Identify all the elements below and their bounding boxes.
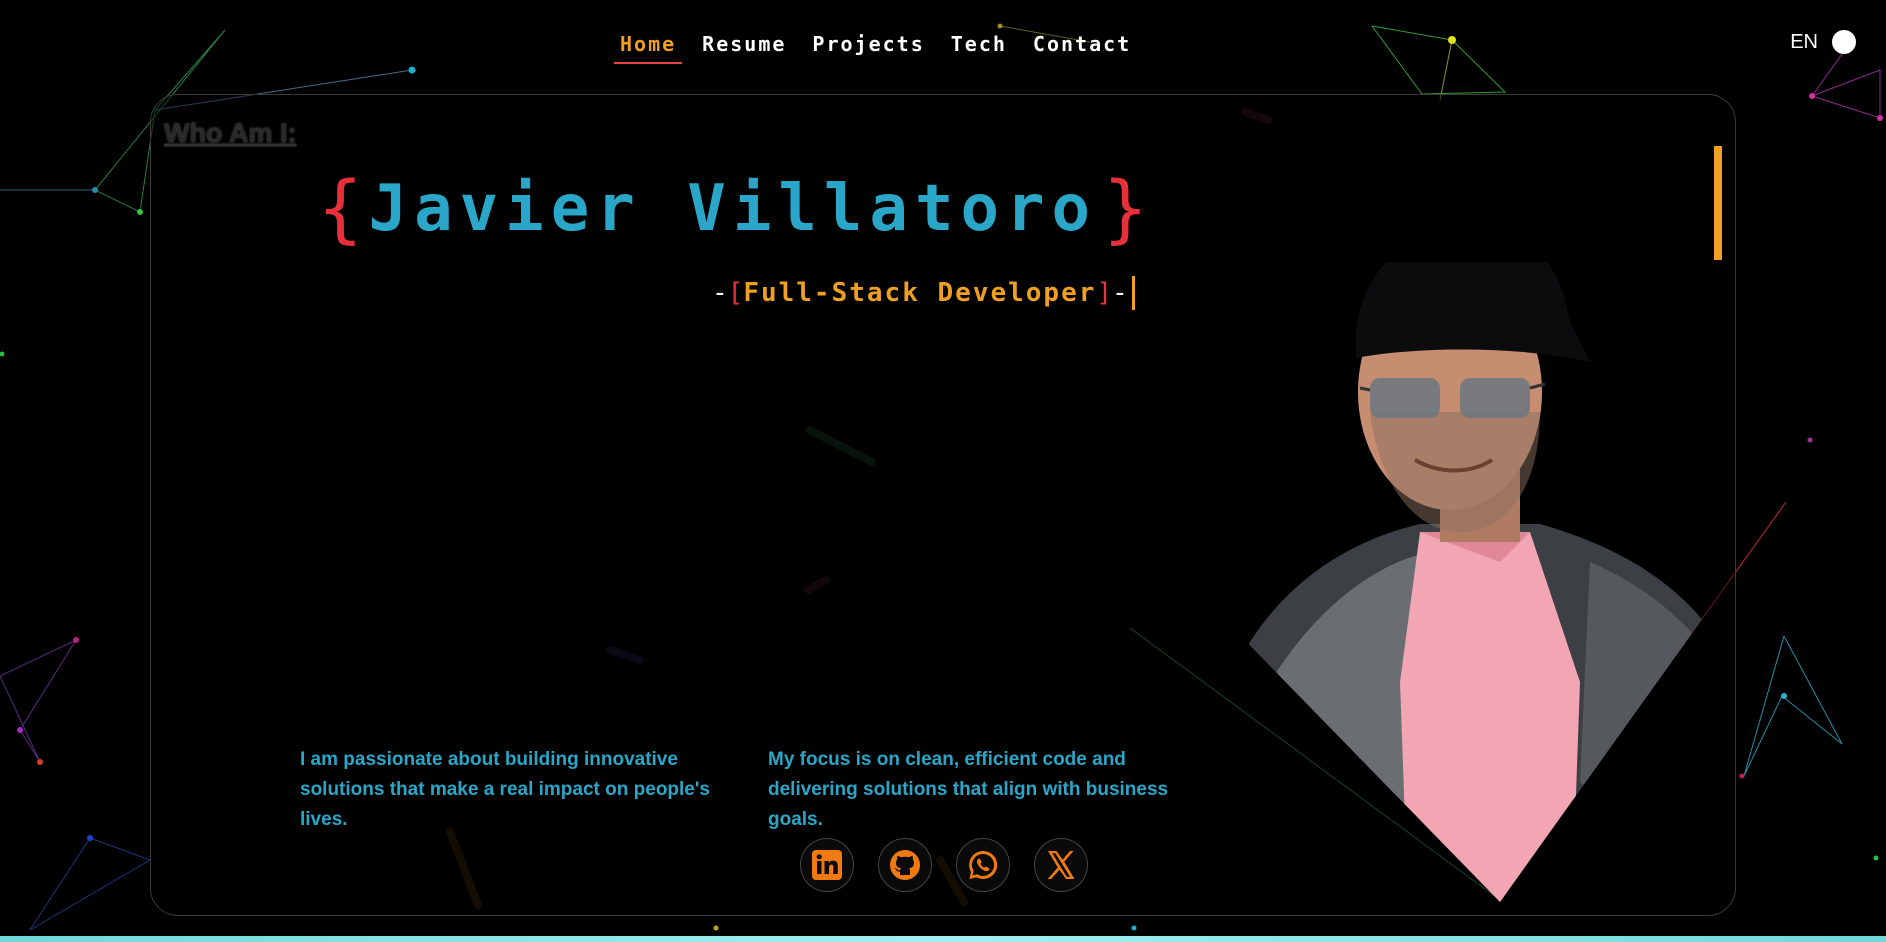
portfolio-page: Home Resume Projects Tech Contact EN Who…	[0, 0, 1886, 942]
linkedin-icon	[812, 850, 842, 880]
language-label: EN	[1790, 30, 1818, 53]
x-icon	[1047, 851, 1075, 879]
language-switch[interactable]: EN	[1790, 30, 1856, 54]
name-heading: { Javier Villatoro }	[318, 172, 1148, 246]
about-paragraph-2: My focus is on clean, efficient code and…	[768, 749, 1169, 830]
top-nav: Home Resume Projects Tech Contact	[614, 30, 1137, 64]
nav-item-home[interactable]: Home	[614, 30, 683, 64]
nav-item-projects[interactable]: Projects	[806, 30, 930, 64]
github-button[interactable]	[878, 838, 932, 892]
role-prefix: -	[712, 278, 728, 308]
role-title: Full-Stack Developer	[743, 278, 1097, 308]
whatsapp-icon	[969, 850, 998, 879]
role-bracket-close: ]	[1096, 278, 1113, 308]
nav-item-tech[interactable]: Tech	[945, 30, 1013, 64]
profile-photo	[1180, 262, 1800, 902]
brace-close: }	[1103, 166, 1148, 252]
section-tag: Who Am I:	[164, 118, 297, 148]
role-heading: - [ Full-Stack Developer ] -	[712, 276, 1135, 310]
brace-open: {	[318, 166, 363, 252]
x-twitter-button[interactable]	[1034, 838, 1088, 892]
footer-line	[0, 936, 1886, 942]
nav-item-contact[interactable]: Contact	[1027, 30, 1137, 64]
theme-toggle[interactable]	[1832, 30, 1856, 54]
linkedin-button[interactable]	[800, 838, 854, 892]
whatsapp-button[interactable]	[956, 838, 1010, 892]
accent-bar	[1714, 146, 1722, 260]
nav-item-resume[interactable]: Resume	[696, 30, 792, 64]
about-paragraph-1: I am passionate about building innovativ…	[300, 749, 710, 830]
role-bracket-open: [	[727, 278, 744, 308]
hero-name: Javier Villatoro	[368, 172, 1098, 246]
github-icon	[890, 850, 920, 880]
social-links	[800, 838, 1088, 892]
